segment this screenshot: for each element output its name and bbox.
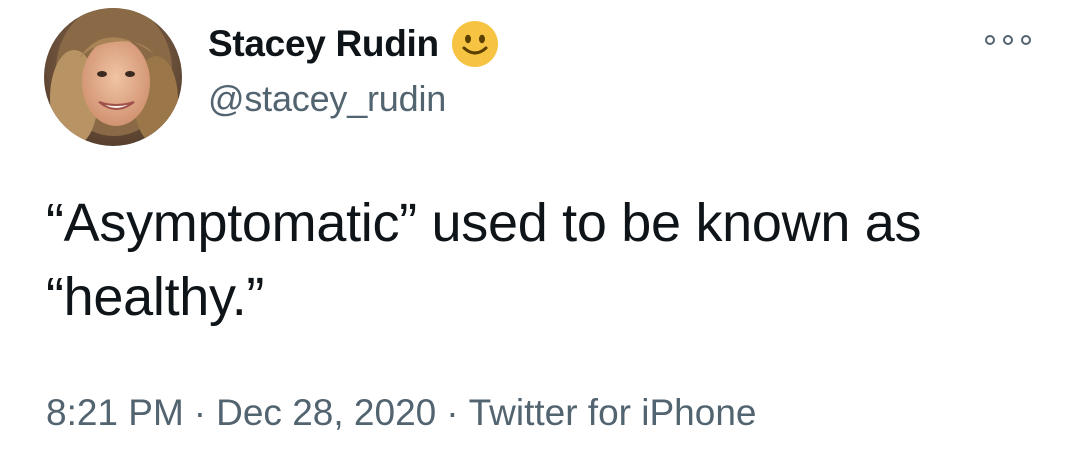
avatar[interactable] (44, 8, 182, 146)
author-name-row: Stacey Rudin (208, 20, 499, 68)
tweet-date[interactable]: Dec 28, 2020 (216, 392, 436, 434)
slightly-smiling-face-emoji-icon (451, 21, 498, 67)
more-dot (985, 35, 995, 45)
tweet-text: “Asymptomatic” used to be known as “heal… (46, 193, 936, 327)
avatar-photo (44, 8, 182, 146)
tweet-card: Stacey Rudin @stacey_rudin “Asymptomatic… (0, 0, 1065, 449)
author-handle[interactable]: @stacey_rudin (208, 78, 446, 120)
meta-separator: · (193, 392, 207, 433)
tweet-meta: 8:21 PM · Dec 28, 2020 · Twitter for iPh… (46, 392, 756, 434)
meta-separator: · (446, 392, 459, 433)
tweet-time[interactable]: 8:21 PM (46, 392, 184, 434)
more-dot (1003, 35, 1013, 45)
more-options-icon[interactable] (985, 30, 1031, 50)
tweet-source[interactable]: Twitter for iPhone (469, 392, 757, 434)
more-dot (1021, 35, 1031, 45)
author-display-name[interactable]: Stacey Rudin (208, 23, 439, 65)
